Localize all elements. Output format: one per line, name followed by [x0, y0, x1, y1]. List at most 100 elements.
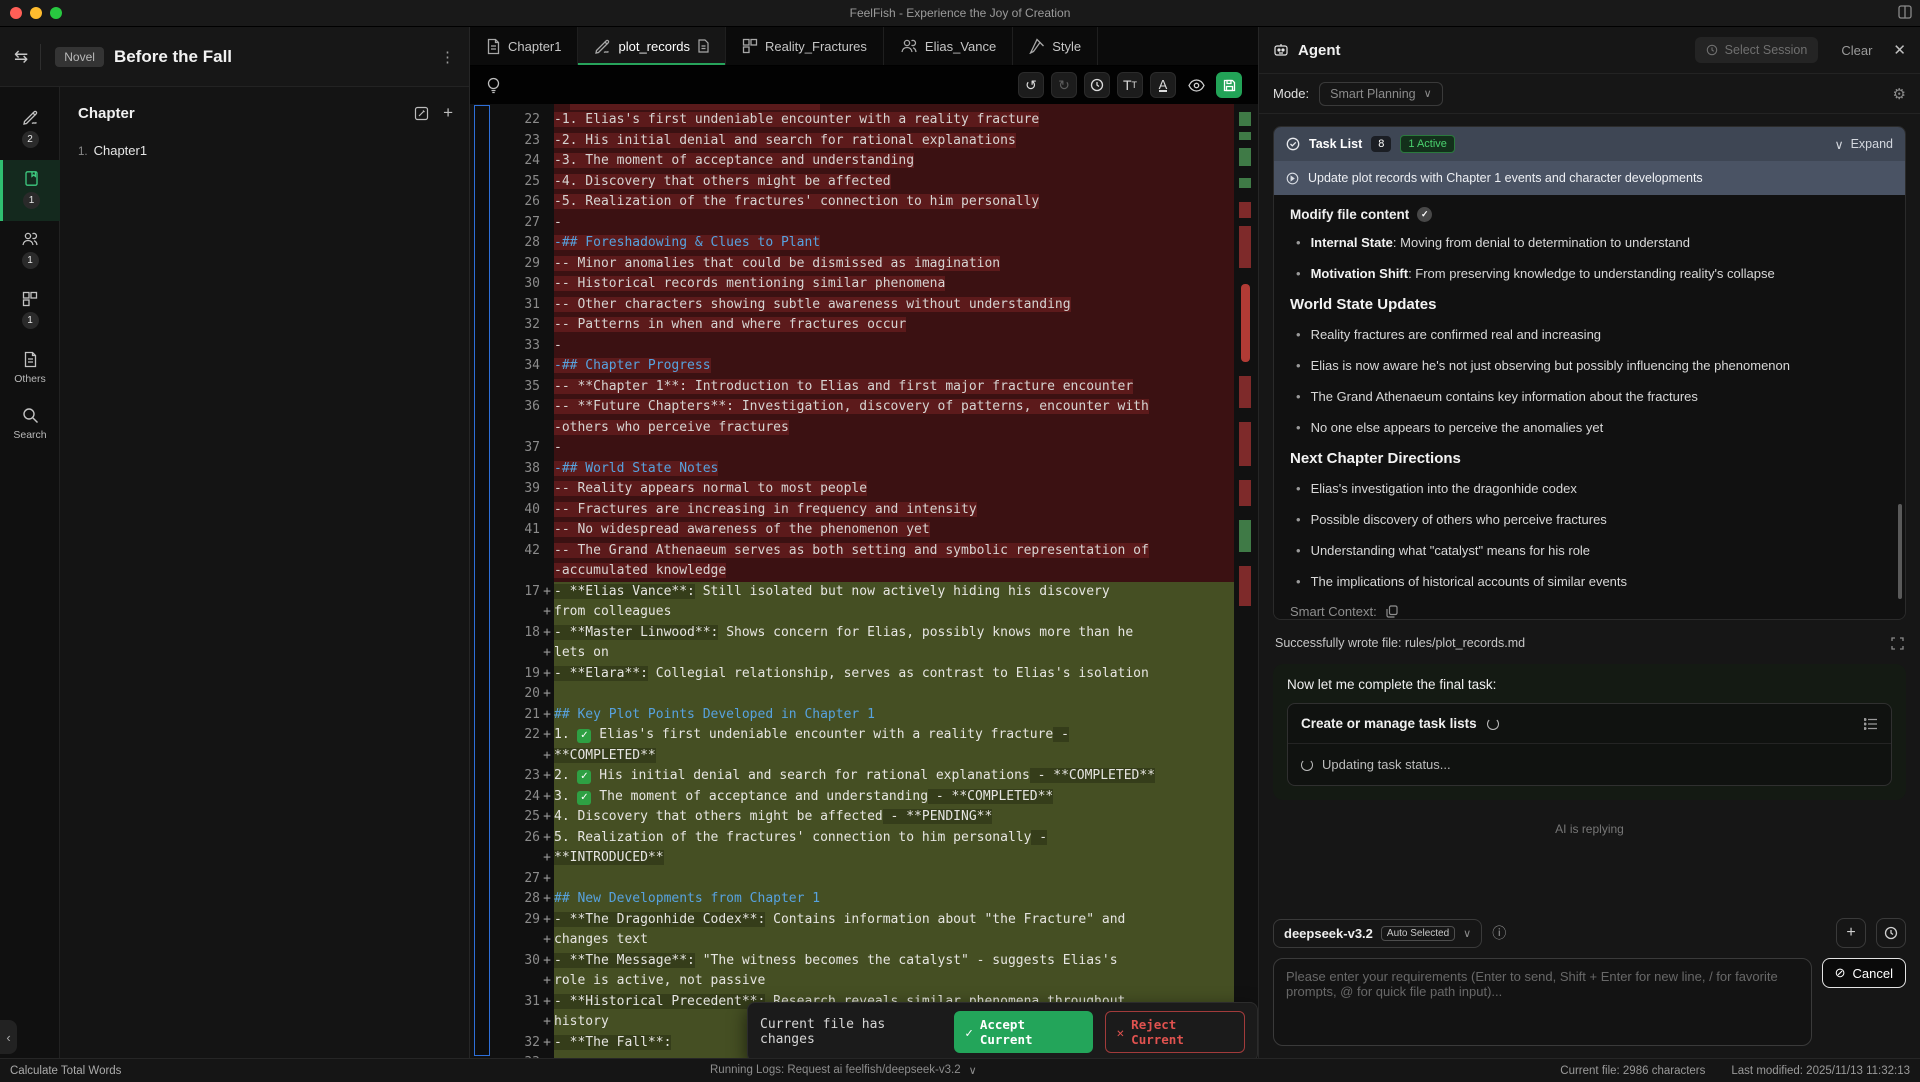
diff-line: 29+- **The Dragonhide Codex**: Contains …	[494, 910, 1234, 931]
tab-plot_records[interactable]: plot_records	[578, 27, 726, 65]
preview-button[interactable]	[1183, 72, 1209, 98]
tool-call-row[interactable]: Create or manage task lists	[1288, 704, 1891, 744]
project-type-badge: Novel	[55, 47, 104, 67]
copy-icon[interactable]	[1386, 605, 1398, 618]
diff-line: 27+	[494, 869, 1234, 890]
tool-status-row: Updating task status...	[1288, 744, 1891, 785]
prompt-input[interactable]	[1273, 958, 1812, 1046]
stop-icon: ⊘	[1835, 965, 1846, 981]
tool-result-card: Modify file content ✓ •Internal State: M…	[1274, 195, 1905, 619]
new-chat-button[interactable]: +	[1836, 918, 1866, 948]
mode-label: Mode:	[1273, 86, 1309, 101]
calculate-words-button[interactable]: Calculate Total Words	[10, 1065, 121, 1077]
task-count-badge: 8	[1371, 136, 1391, 152]
diff-line: 19+- **Elara**: Collegial relationship, …	[494, 664, 1234, 685]
diff-line: 22+1. ✓ Elias's first undeniable encount…	[494, 725, 1234, 746]
editor: Chapter1plot_recordsReality_FracturesEli…	[470, 27, 1258, 1058]
scrollbar[interactable]	[1898, 504, 1902, 599]
diff-line: 28+## New Developments from Chapter 1	[494, 889, 1234, 910]
diff-line: 37-	[494, 438, 1234, 459]
diff-view[interactable]: 22-1. Elias's first undeniable encounter…	[470, 104, 1258, 1058]
expand-icon[interactable]	[1891, 637, 1904, 650]
running-logs[interactable]: Running Logs: Request ai feelfish/deepse…	[710, 1064, 977, 1077]
clear-button[interactable]: Clear	[1841, 43, 1872, 58]
chevron-down-icon: ∨	[969, 1064, 977, 1077]
auto-selected-badge: Auto Selected	[1381, 926, 1455, 941]
collapse-sidebar-button[interactable]: ‹	[0, 1020, 17, 1054]
info-icon[interactable]: ⓘ	[1492, 923, 1506, 943]
rename-chapter-icon[interactable]	[414, 106, 429, 121]
accept-current-button[interactable]: ✓ Accept Current	[954, 1011, 1092, 1053]
project-menu-icon[interactable]: ⋮	[440, 48, 455, 66]
active-count-badge: 1 Active	[1400, 135, 1455, 153]
tab-reality_fractures[interactable]: Reality_Fractures	[726, 27, 884, 65]
lightbulb-icon[interactable]	[486, 77, 501, 94]
minimap[interactable]	[1234, 104, 1258, 1058]
bullet-item: •Internal State: Moving from denial to d…	[1296, 234, 1889, 252]
task-list-header[interactable]: Task List 8 1 Active ∨ Expand	[1274, 127, 1905, 161]
done-check-icon: ✓	[1417, 207, 1432, 222]
save-button[interactable]	[1216, 72, 1242, 98]
diff-line: 39-- Reality appears normal to most peop…	[494, 479, 1234, 500]
spinner-icon	[1301, 759, 1313, 771]
diff-line: 17+- **Elias Vance**: Still isolated but…	[494, 582, 1234, 603]
select-session-button[interactable]: Select Session	[1695, 37, 1819, 63]
sidebar-item-chapters[interactable]: 1	[0, 160, 60, 221]
last-modified: Last modified: 2025/11/13 11:32:13	[1731, 1065, 1910, 1077]
diff-line: 20+	[494, 684, 1234, 705]
tool-status-text: Updating task status...	[1322, 757, 1451, 772]
font-size-button[interactable]: TT	[1117, 72, 1143, 98]
diff-line: 30+- **The Message**: "The witness becom…	[494, 951, 1234, 972]
spinner-icon	[1487, 718, 1499, 730]
sidebar-item-characters[interactable]: 1	[0, 221, 60, 281]
divider	[40, 44, 41, 70]
diff-line: 26+5. Realization of the fractures' conn…	[494, 828, 1234, 849]
switch-project-icon[interactable]: ⇆	[14, 47, 28, 67]
bullet-item: •The implications of historical accounts…	[1296, 573, 1889, 591]
agent-panel: Agent Select Session Clear ✕ Mode: Smart…	[1258, 27, 1920, 1058]
undo-button[interactable]: ↺	[1018, 72, 1044, 98]
tab-style[interactable]: Style	[1013, 27, 1098, 65]
redo-button[interactable]: ↻	[1051, 72, 1077, 98]
active-task-row[interactable]: Update plot records with Chapter 1 event…	[1274, 161, 1905, 195]
file-changes-bar: Current file has changes ✓ Accept Curren…	[747, 1002, 1258, 1058]
window-title: FeelFish - Experience the Joy of Creatio…	[0, 6, 1920, 20]
expand-task-list-button[interactable]: ∨ Expand	[1834, 137, 1893, 152]
tab-elias_vance[interactable]: Elias_Vance	[884, 27, 1013, 65]
cancel-button[interactable]: ⊘ Cancel	[1822, 958, 1906, 988]
sidebar-item-writing[interactable]: 2	[0, 99, 60, 160]
diff-line: -others who perceive fractures	[494, 418, 1234, 439]
mode-select[interactable]: Smart Planning∨	[1319, 82, 1443, 106]
current-file-chars: Current file: 2986 characters	[1560, 1065, 1705, 1077]
diff-line: 34-## Chapter Progress	[494, 356, 1234, 377]
bullet-item: •Reality fractures are confirmed real an…	[1296, 326, 1889, 344]
model-name: deepseek-v3.2	[1284, 926, 1373, 941]
close-agent-icon[interactable]: ✕	[1893, 41, 1906, 59]
bullet-item: •Elias is now aware he's not just observ…	[1296, 357, 1889, 375]
history-button[interactable]	[1084, 72, 1110, 98]
reject-current-button[interactable]: ✕ Reject Current	[1105, 1011, 1245, 1053]
tab-chapter1[interactable]: Chapter1	[470, 27, 578, 65]
sidebar-item-worldbuilding[interactable]: 1	[0, 281, 60, 341]
model-select[interactable]: deepseek-v3.2 Auto Selected ∨	[1273, 919, 1482, 948]
overview-strip[interactable]	[474, 105, 490, 1056]
in-progress-icon	[1286, 172, 1299, 185]
gear-icon[interactable]: ⚙	[1893, 85, 1906, 103]
diff-line: +**COMPLETED**	[494, 746, 1234, 767]
bullet-item: •Elias's investigation into the dragonhi…	[1296, 480, 1889, 498]
chapter-item[interactable]: 1.Chapter1	[78, 143, 453, 158]
chat-history-button[interactable]	[1876, 918, 1906, 948]
text-color-button[interactable]: A	[1150, 72, 1176, 98]
rail-item-label: Search	[13, 429, 46, 441]
sidebar-item-others[interactable]: Others	[0, 341, 60, 397]
diff-line: 21+## Key Plot Points Developed in Chapt…	[494, 705, 1234, 726]
diff-line: 18+- **Master Linwood**: Shows concern f…	[494, 623, 1234, 644]
sidebar-item-search[interactable]: Search	[0, 397, 60, 453]
add-chapter-button[interactable]: +	[443, 103, 453, 123]
x-icon: ✕	[1117, 1025, 1125, 1040]
chevron-down-icon: ∨	[1424, 87, 1432, 100]
layout-icon[interactable]	[1898, 5, 1912, 19]
smart-context-label: Smart Context:	[1290, 604, 1377, 619]
icon-rail: 2111OthersSearch	[0, 87, 60, 1058]
statusbar: Calculate Total Words Running Logs: Requ…	[0, 1058, 1920, 1082]
